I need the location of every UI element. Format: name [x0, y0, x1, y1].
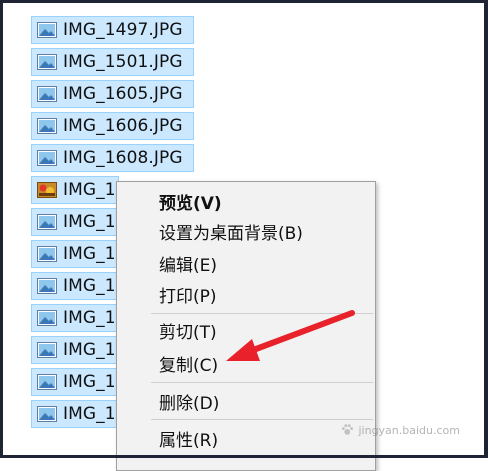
menu-item-copy[interactable]: 复制(C) [117, 348, 375, 378]
menu-item-delete[interactable]: 删除(D) [117, 386, 375, 416]
menu-item-edit[interactable]: 编辑(E) [117, 248, 375, 278]
file-item[interactable]: IMG_1 [31, 272, 119, 300]
image-file-icon [37, 54, 57, 70]
image-file-icon [37, 86, 57, 102]
menu-item-set-desktop-background[interactable]: 设置为桌面背景(B) [117, 216, 375, 246]
menu-separator [151, 313, 373, 314]
image-file-icon [37, 150, 57, 166]
image-file-icon [37, 374, 57, 390]
image-file-icon [37, 342, 57, 358]
watermark-text: jingyan.baidu.com [358, 423, 460, 437]
file-name: IMG_1 [63, 340, 116, 360]
file-name: IMG_1 [63, 244, 116, 264]
menu-item-print[interactable]: 打印(P) [117, 279, 375, 309]
file-item[interactable]: IMG_1 [31, 208, 119, 236]
file-name: IMG_1501.JPG [63, 52, 183, 72]
image-file-icon [37, 406, 57, 422]
menu-item-preview[interactable]: 预览(V) [117, 186, 375, 216]
photo-thumbnail-icon [37, 182, 57, 198]
file-name: IMG_1 [63, 372, 116, 392]
file-item[interactable]: IMG_1 [31, 336, 119, 364]
image-file-icon [37, 246, 57, 262]
menu-item-properties[interactable]: 属性(R) [117, 423, 375, 453]
menu-separator [151, 382, 373, 383]
image-file-icon [37, 214, 57, 230]
file-name: IMG_1 [63, 212, 116, 232]
file-name: IMG_1 [63, 404, 116, 424]
context-menu: 预览(V) 设置为桌面背景(B) 编辑(E) 打印(P) 剪切(T) 复制(C)… [116, 181, 376, 471]
file-item[interactable]: IMG_1606.JPG [31, 112, 194, 140]
file-item[interactable]: IMG_1605.JPG [31, 80, 194, 108]
file-item[interactable]: IMG_1608.JPG [31, 144, 194, 172]
file-item[interactable]: IMG_1501.JPG [31, 48, 194, 76]
image-file-icon [37, 22, 57, 38]
file-item[interactable]: IMG_1497.JPG [31, 16, 194, 44]
file-name: IMG_1 [63, 276, 116, 296]
file-name: IMG_1 [63, 308, 116, 328]
file-name: IMG_1605.JPG [63, 84, 183, 104]
file-item[interactable]: IMG_1 [31, 400, 119, 428]
file-item[interactable]: IMG_1 [31, 240, 119, 268]
file-name: IMG_1 [63, 180, 116, 200]
file-name: IMG_1497.JPG [63, 20, 183, 40]
menu-item-cut[interactable]: 剪切(T) [117, 315, 375, 345]
file-name: IMG_1606.JPG [63, 116, 183, 136]
baidu-paw-logo-icon [341, 424, 354, 435]
image-file-icon [37, 278, 57, 294]
image-file-icon [37, 118, 57, 134]
file-item[interactable]: IMG_1 [31, 176, 119, 204]
file-item[interactable]: IMG_1 [31, 304, 119, 332]
image-file-icon [37, 310, 57, 326]
file-item[interactable]: IMG_1 [31, 368, 119, 396]
watermark: jingyan.baidu.com [340, 412, 460, 448]
file-name: IMG_1608.JPG [63, 148, 183, 168]
